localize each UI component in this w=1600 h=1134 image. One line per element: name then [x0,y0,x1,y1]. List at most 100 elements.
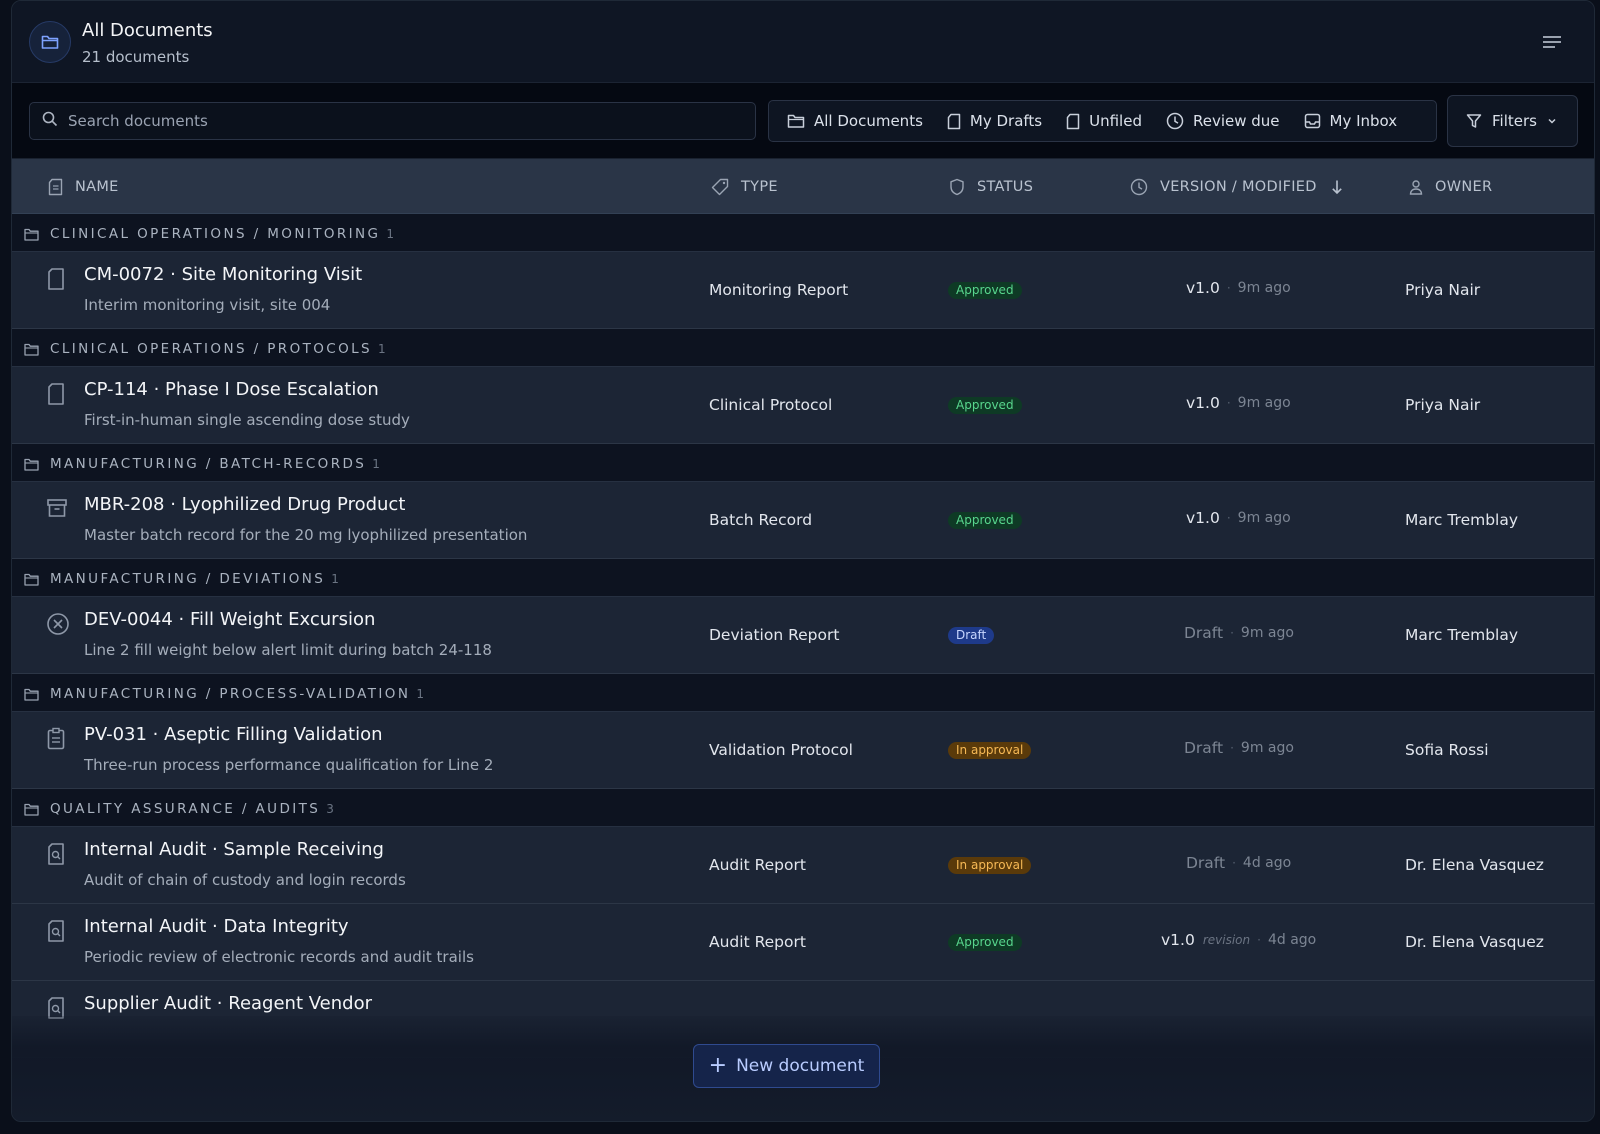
document-row[interactable]: MBR-208 · Lyophilized Drug Product Maste… [12,482,1594,559]
file-icon [48,268,64,290]
status-badge: Approved [948,282,1022,299]
toolbar: All Documents My Drafts Unfiled Review d… [12,83,1594,159]
modified-time: 9m ago [1237,510,1291,526]
group-count: 1 [416,687,424,701]
status-badge: Draft [948,627,995,644]
document-row[interactable]: PV-031 · Aseptic Filling Validation Thre… [12,712,1594,789]
shield-icon [950,178,964,195]
new-document-button[interactable]: + New document [693,1044,880,1088]
document-type: Deviation Report [709,626,840,644]
status-badge: Approved [948,512,1022,529]
page-title: All Documents [82,20,213,41]
document-count: 21 documents [82,48,190,66]
group-header[interactable]: CLINICAL OPERATIONS / MONITORING 1 [12,214,1594,252]
search-box[interactable] [29,102,756,140]
documents-window: All Documents 21 documents All Documents… [11,0,1595,1122]
folder-icon [24,228,39,241]
document-owner: Priya Nair [1405,281,1481,299]
view-my-inbox[interactable]: My Inbox [1294,105,1408,137]
x-circle-icon [47,613,69,635]
version: v1.0 [1186,279,1220,297]
document-owner: Sofia Rossi [1405,741,1489,759]
modified-time: 4d ago [1267,932,1317,948]
tag-icon [711,178,729,195]
version-modified: v1.0 revision · 4d ago [1161,931,1317,949]
column-type[interactable]: TYPE [711,159,778,214]
document-title[interactable]: Internal Audit · Data Integrity [84,916,349,937]
archive-box-icon [47,499,67,517]
document-title[interactable]: MBR-208 · Lyophilized Drug Product [84,494,405,515]
group-header[interactable]: MANUFACTURING / PROCESS-VALIDATION 1 [12,674,1594,712]
filter-icon [1466,114,1482,128]
group-header[interactable]: CLINICAL OPERATIONS / PROTOCOLS 1 [12,329,1594,367]
document-description: Master batch record for the 20 mg lyophi… [84,526,528,544]
modified-time: 9m ago [1240,625,1294,641]
group-header[interactable]: MANUFACTURING / BATCH-RECORDS 1 [12,444,1594,482]
plus-icon: + [708,1053,728,1078]
document-title[interactable]: PV-031 · Aseptic Filling Validation [84,724,383,745]
document-owner: Marc Tremblay [1405,626,1519,644]
column-owner[interactable]: OWNER [1409,159,1492,214]
column-name[interactable]: NAME [48,159,119,214]
document-title[interactable]: CM-0072 · Site Monitoring Visit [84,264,362,285]
version-modified: v1.0 · 9m ago [1186,509,1291,527]
version-modified: v1.0 · 9m ago [1186,279,1291,297]
page-header: All Documents 21 documents [12,1,1594,83]
filters-label: Filters [1492,112,1537,130]
document-type: Batch Record [709,511,813,529]
view-my-drafts[interactable]: My Drafts [937,105,1052,137]
clipboard-list-icon [47,727,65,750]
modified-time: 4d ago [1242,855,1292,871]
clock-icon [1166,112,1184,130]
view-all-documents[interactable]: All Documents [777,105,933,137]
document-row[interactable]: DEV-0044 · Fill Weight Excursion Line 2 … [12,597,1594,674]
group-label: CLINICAL OPERATIONS / PROTOCOLS [50,341,373,357]
group-label: CLINICAL OPERATIONS / MONITORING [50,226,381,242]
status-badge: In approval [948,857,1032,874]
folder-icon [29,21,71,63]
document-description: Audit of chain of custody and login reco… [84,871,406,889]
view-review-due[interactable]: Review due [1156,105,1290,137]
document-owner: Marc Tremblay [1405,511,1519,529]
column-version-modified[interactable]: VERSION / MODIFIED [1130,159,1343,214]
view-label: Review due [1192,112,1280,130]
document-type: Audit Report [709,933,806,951]
filters-button[interactable]: Filters [1447,95,1578,147]
group-count: 1 [372,457,380,471]
column-label: NAME [75,178,119,195]
document-list: CLINICAL OPERATIONS / MONITORING 1 CM-007… [12,214,1594,1058]
document-title[interactable]: DEV-0044 · Fill Weight Excursion [84,609,375,630]
version: v1.0 [1161,931,1195,949]
document-description: Interim monitoring visit, site 004 [84,296,331,314]
group-header[interactable]: QUALITY ASSURANCE / AUDITS 3 [12,789,1594,827]
document-description: Periodic review of electronic records an… [84,948,474,966]
view-unfiled[interactable]: Unfiled [1056,105,1152,137]
document-description: Three-run process performance qualificat… [84,756,494,774]
group-header[interactable]: MANUFACTURING / DEVIATIONS 1 [12,559,1594,597]
status-badge: Approved [948,934,1022,951]
search-input[interactable] [68,112,718,130]
document-row[interactable]: Internal Audit · Data Integrity Periodic… [12,904,1594,981]
version: v1.0 [1186,394,1220,412]
folder-icon [24,688,39,701]
folder-icon [787,114,805,128]
document-row[interactable]: Internal Audit · Sample Receiving Audit … [12,827,1594,904]
document-title[interactable]: Internal Audit · Sample Receiving [84,839,384,860]
modified-time: 9m ago [1240,740,1294,756]
sort-descending-icon[interactable] [1331,179,1343,195]
document-row[interactable]: CM-0072 · Site Monitoring Visit Interim … [12,252,1594,329]
document-row[interactable]: CP-114 · Phase I Dose Escalation First-i… [12,367,1594,444]
chevron-down-icon [1548,118,1556,124]
version: Draft [1184,739,1224,757]
file-icon [1066,113,1080,129]
inbox-icon [1304,113,1320,129]
document-title[interactable]: Supplier Audit · Reagent Vendor [84,993,372,1014]
document-owner: Dr. Elena Vasquez [1405,933,1544,951]
version-modified: Draft · 4d ago [1186,854,1292,872]
document-title[interactable]: CP-114 · Phase I Dose Escalation [84,379,379,400]
document-type: Audit Report [709,856,806,874]
column-status[interactable]: STATUS [949,159,1033,214]
search-icon [42,111,58,131]
menu-icon[interactable] [1540,31,1564,53]
file-search-icon [48,843,64,865]
